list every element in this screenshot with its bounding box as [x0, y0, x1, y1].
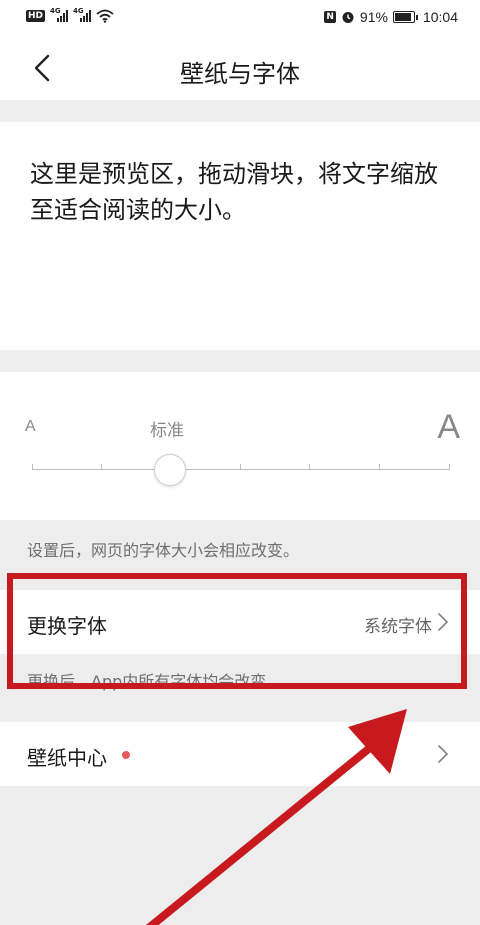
wallpaper-center-label: 壁纸中心: [27, 746, 107, 770]
annotation-highlight-box: [7, 573, 467, 689]
signal-tag-2: 4G: [73, 7, 84, 15]
slider-tick: [240, 464, 241, 470]
font-size-slider-thumb[interactable]: [154, 454, 186, 486]
status-right: N 91% 10:04: [324, 9, 458, 25]
slider-tick: [32, 464, 33, 470]
wallpaper-center-row[interactable]: 壁纸中心: [0, 722, 480, 786]
standard-size-label: 标准: [150, 421, 184, 441]
page-title: 壁纸与字体: [180, 60, 300, 88]
slider-tick: [379, 464, 380, 470]
alarm-icon: [342, 12, 354, 23]
chevron-right-icon: [438, 745, 448, 763]
signal-icon-1: 4G: [50, 7, 69, 22]
font-size-hint: 设置后，网页的字体大小会相应改变。: [27, 541, 300, 560]
preview-text: 这里是预览区，拖动滑块，将文字缩放至适合阅读的大小。: [30, 160, 438, 224]
slider-tick: [101, 464, 102, 470]
slider-tick: [449, 464, 450, 470]
wifi-icon: [96, 9, 114, 23]
nav-bar: 壁纸与字体: [0, 36, 480, 100]
battery-percent: 91%: [359, 9, 388, 25]
status-left: HD 4G 4G: [26, 7, 114, 23]
hd-badge: HD: [26, 10, 46, 22]
small-a-label: A: [25, 418, 36, 435]
status-bar: HD 4G 4G N 91% 10:04: [0, 0, 480, 36]
signal-icon-2: 4G: [73, 7, 92, 22]
signal-tag-1: 4G: [50, 7, 61, 15]
new-badge-dot: [122, 751, 130, 759]
nfc-icon: N: [324, 11, 336, 23]
font-size-card: A 标准 A: [0, 372, 480, 520]
clock: 10:04: [422, 9, 458, 25]
large-a-label: A: [437, 408, 460, 446]
font-size-track[interactable]: [32, 469, 450, 470]
battery-icon: [392, 11, 418, 23]
preview-area: 这里是预览区，拖动滑块，将文字缩放至适合阅读的大小。: [0, 122, 480, 350]
slider-tick: [309, 464, 310, 470]
